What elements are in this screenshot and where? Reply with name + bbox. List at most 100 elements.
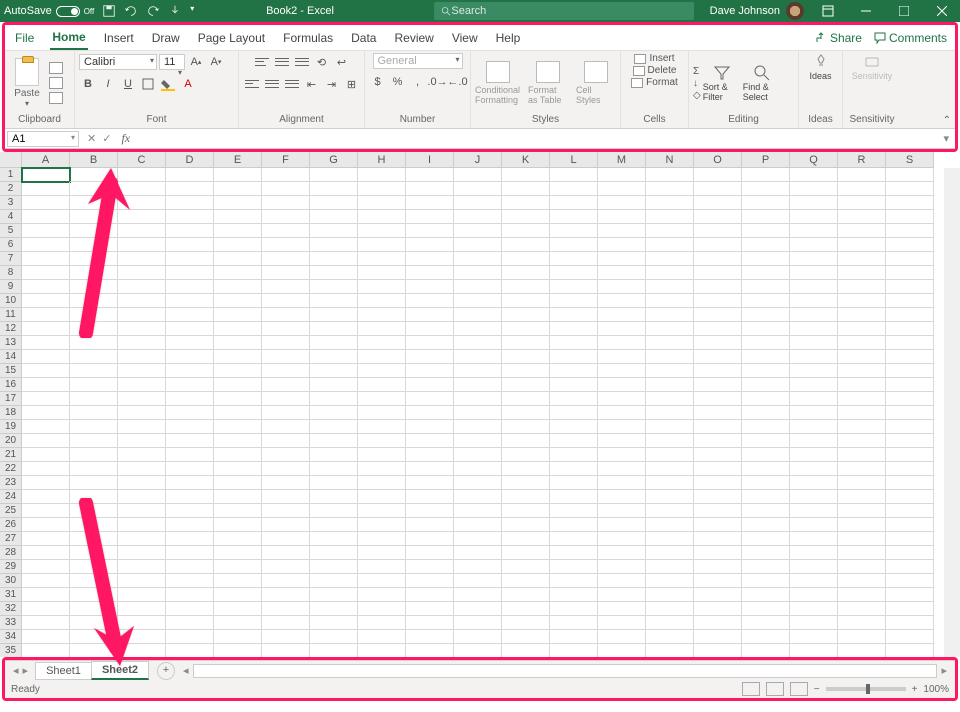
next-sheet-icon[interactable]: ▸ [23,664,29,677]
cell[interactable] [262,378,310,392]
cell[interactable] [742,238,790,252]
cell[interactable] [406,196,454,210]
cell[interactable] [358,224,406,238]
cell[interactable] [406,364,454,378]
tab-formulas[interactable]: Formulas [281,27,335,49]
cancel-formula-icon[interactable]: ✕ [87,132,96,145]
cell[interactable] [694,378,742,392]
cell[interactable] [646,560,694,574]
row-header[interactable]: 21 [0,448,22,462]
cell[interactable] [262,588,310,602]
cell[interactable] [358,350,406,364]
cell[interactable] [646,224,694,238]
cell[interactable] [838,616,886,630]
cell[interactable] [118,602,166,616]
cell[interactable] [22,336,70,350]
cell[interactable] [166,196,214,210]
cell[interactable] [214,238,262,252]
cell[interactable] [598,420,646,434]
cell[interactable] [598,560,646,574]
column-header[interactable]: P [742,152,790,168]
cell[interactable] [118,406,166,420]
cell[interactable] [838,308,886,322]
cell[interactable] [646,252,694,266]
cell[interactable] [694,546,742,560]
cell[interactable] [310,546,358,560]
cell[interactable] [406,168,454,182]
cell[interactable] [118,504,166,518]
cell[interactable] [790,616,838,630]
cell[interactable] [454,504,502,518]
cell[interactable] [22,630,70,644]
row-header[interactable]: 29 [0,560,22,574]
cell[interactable] [214,336,262,350]
cell[interactable] [550,588,598,602]
cell[interactable] [358,532,406,546]
cell[interactable] [646,630,694,644]
cell[interactable] [214,406,262,420]
cell[interactable] [310,630,358,644]
cell[interactable] [646,490,694,504]
decrease-indent-icon[interactable]: ⇤ [303,75,321,93]
cell[interactable] [694,616,742,630]
cell[interactable] [262,518,310,532]
cell[interactable] [550,420,598,434]
cell[interactable] [694,308,742,322]
row-header[interactable]: 11 [0,308,22,322]
underline-button[interactable]: U [119,75,137,93]
cell[interactable] [646,210,694,224]
cell[interactable] [550,574,598,588]
insert-cells-button[interactable]: Insert [634,53,674,64]
cell[interactable] [406,238,454,252]
search-box[interactable] [434,2,694,20]
cell[interactable] [70,518,118,532]
cell[interactable] [598,294,646,308]
cell[interactable] [70,602,118,616]
cell[interactable] [358,336,406,350]
cell[interactable] [454,392,502,406]
cell[interactable] [598,574,646,588]
minimize-button[interactable] [852,0,880,22]
cell[interactable] [502,294,550,308]
cell[interactable] [886,644,934,657]
cell[interactable] [790,252,838,266]
cell[interactable] [598,588,646,602]
cell[interactable] [262,462,310,476]
cell[interactable] [358,308,406,322]
cell[interactable] [118,420,166,434]
cell[interactable] [742,294,790,308]
cell[interactable] [310,588,358,602]
cell[interactable] [742,336,790,350]
cell[interactable] [550,560,598,574]
cell[interactable] [646,168,694,182]
cell[interactable] [886,392,934,406]
cell[interactable] [166,602,214,616]
cell[interactable] [166,588,214,602]
cell[interactable] [502,280,550,294]
cell[interactable] [22,350,70,364]
cell[interactable] [22,448,70,462]
cell[interactable] [310,224,358,238]
align-bottom-icon[interactable] [293,55,311,69]
cell[interactable] [406,630,454,644]
cell[interactable] [598,252,646,266]
cell[interactable] [742,378,790,392]
cell[interactable] [166,224,214,238]
cell[interactable] [502,560,550,574]
increase-indent-icon[interactable]: ⇥ [323,75,341,93]
cell[interactable] [454,238,502,252]
row-header[interactable]: 24 [0,490,22,504]
cell[interactable] [838,378,886,392]
cell[interactable] [358,238,406,252]
cell[interactable] [502,616,550,630]
cell[interactable] [454,350,502,364]
cell[interactable] [70,490,118,504]
cell[interactable] [118,644,166,657]
cell[interactable] [790,546,838,560]
cell[interactable] [646,504,694,518]
cell[interactable] [118,462,166,476]
cell[interactable] [406,532,454,546]
column-header[interactable]: L [550,152,598,168]
cell[interactable] [22,378,70,392]
cell[interactable] [550,336,598,350]
